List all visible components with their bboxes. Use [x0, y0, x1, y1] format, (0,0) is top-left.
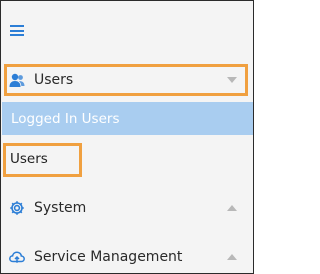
cloud-icon — [9, 249, 25, 265]
sidebar-item-service-management[interactable]: Service Management — [1, 241, 253, 273]
users-icon — [9, 72, 25, 88]
sidebar-item-users[interactable]: Users — [2, 143, 253, 175]
sidebar-item-label: Users — [10, 151, 48, 167]
sidebar-item-system-label: System — [34, 200, 87, 216]
chevron-up-icon — [227, 205, 237, 211]
chevron-up-icon — [227, 254, 237, 260]
hamburger-menu-icon[interactable] — [10, 25, 24, 36]
sidebar-item-users-group-label: Users — [34, 72, 74, 88]
sidebar-item-users-group[interactable]: Users — [1, 64, 253, 96]
chevron-down-icon — [227, 77, 237, 83]
sidebar-item-system[interactable]: System — [1, 192, 253, 224]
gear-icon — [9, 200, 25, 216]
sidebar-item-service-management-label: Service Management — [34, 249, 183, 265]
sidebar-item-logged-in-users[interactable]: Logged In Users — [2, 102, 253, 135]
sidebar-panel: Users Logged In Users Users System Servi… — [0, 0, 254, 274]
sidebar-item-label: Logged In Users — [11, 110, 120, 127]
